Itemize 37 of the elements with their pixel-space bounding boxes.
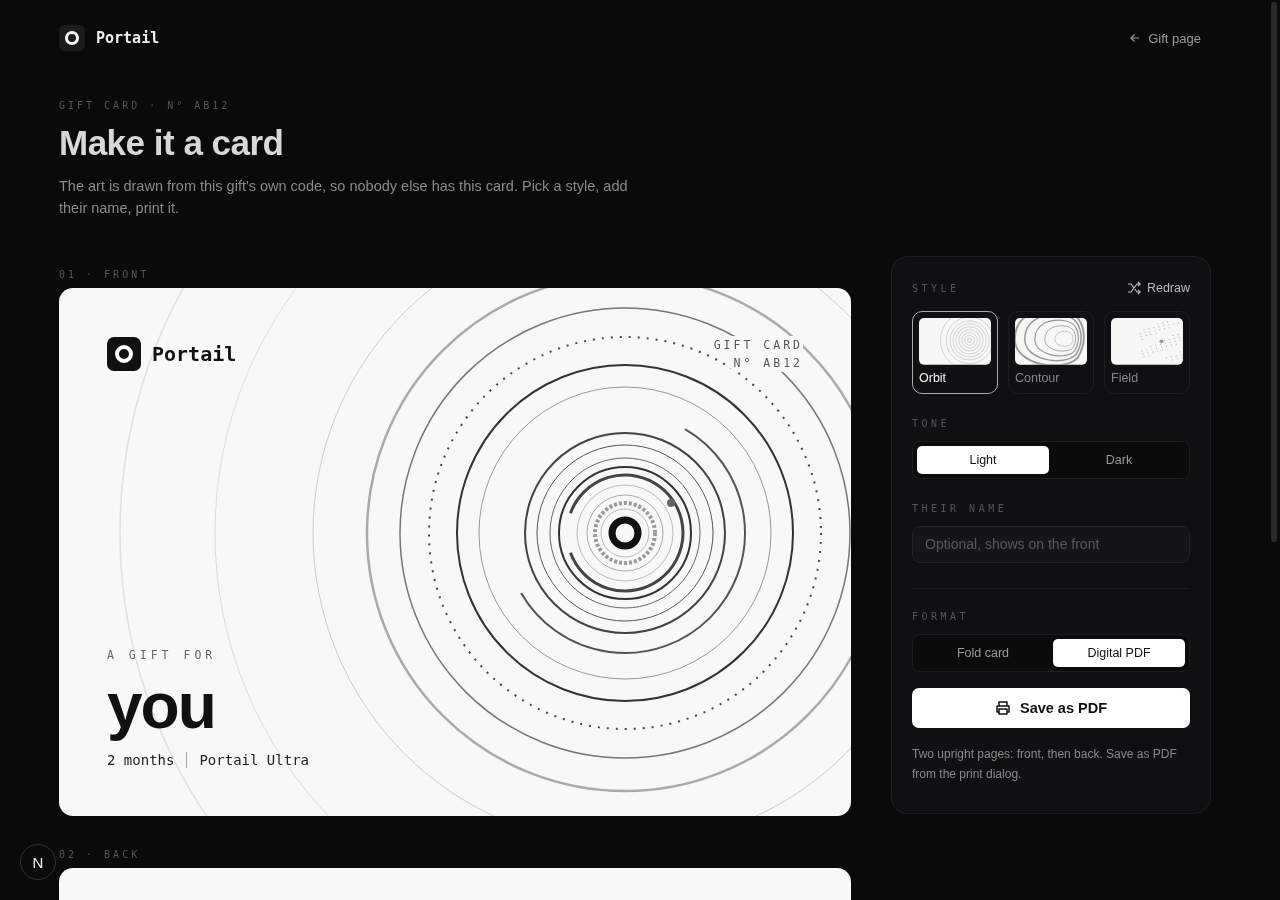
redraw-button[interactable]: Redraw [1126,281,1190,295]
tone-option[interactable]: Light [917,445,1049,474]
card-brand: Portail [152,341,237,366]
description: The art is drawn from this gift's own code, so nobody else has this card. Pick a style, add their name, print it. [59,177,629,218]
printer-icon [994,699,1011,716]
shuffle-icon [1126,281,1141,295]
name-input-field[interactable]: Optional, shows on the front [912,525,1190,563]
style-preview-drawing [1111,318,1183,365]
section-label: 02 · BACK [59,849,142,862]
gift-page-link[interactable]: Gift page [1129,30,1201,46]
save-pdf-button[interactable]: Save as PDF [912,687,1190,728]
format-option[interactable]: Fold card [917,638,1049,667]
dev-badge[interactable]: N [20,844,56,880]
logo-icon [107,336,141,371]
plan-name: Portail Ultra [199,752,309,768]
style-option[interactable]: Orbit [912,311,998,394]
tone-label: TONE [912,417,952,429]
format-option[interactable]: Digital PDF [1053,638,1185,667]
eyebrow: GIFT CARD · N° AB12 [59,100,232,111]
gift-for-label: A GIFT FOR [107,648,218,662]
logo-icon [59,25,85,51]
format-label: FORMAT [912,610,971,622]
style-label: STYLE [912,282,960,294]
style-preview-drawing [919,318,991,365]
brand-name: Portail [96,29,160,47]
style-option[interactable]: Field [1104,311,1190,394]
name-label: THEIR NAME [912,502,1009,514]
style-preview-drawing [1015,318,1087,365]
scrollbar[interactable] [1271,2,1277,542]
style-option[interactable]: Contour [1008,311,1094,394]
arrow-left-icon [1129,32,1142,44]
tone-option[interactable]: Dark [1053,445,1185,474]
page-title: Make it a card [59,123,285,163]
section-label: 01 · FRONT [59,269,151,282]
print-note: Two upright pages: front, then back. Save as PDF from the print dialog. [912,745,1178,783]
recipient-name: you [107,669,216,744]
duration: 2 months [107,752,175,768]
